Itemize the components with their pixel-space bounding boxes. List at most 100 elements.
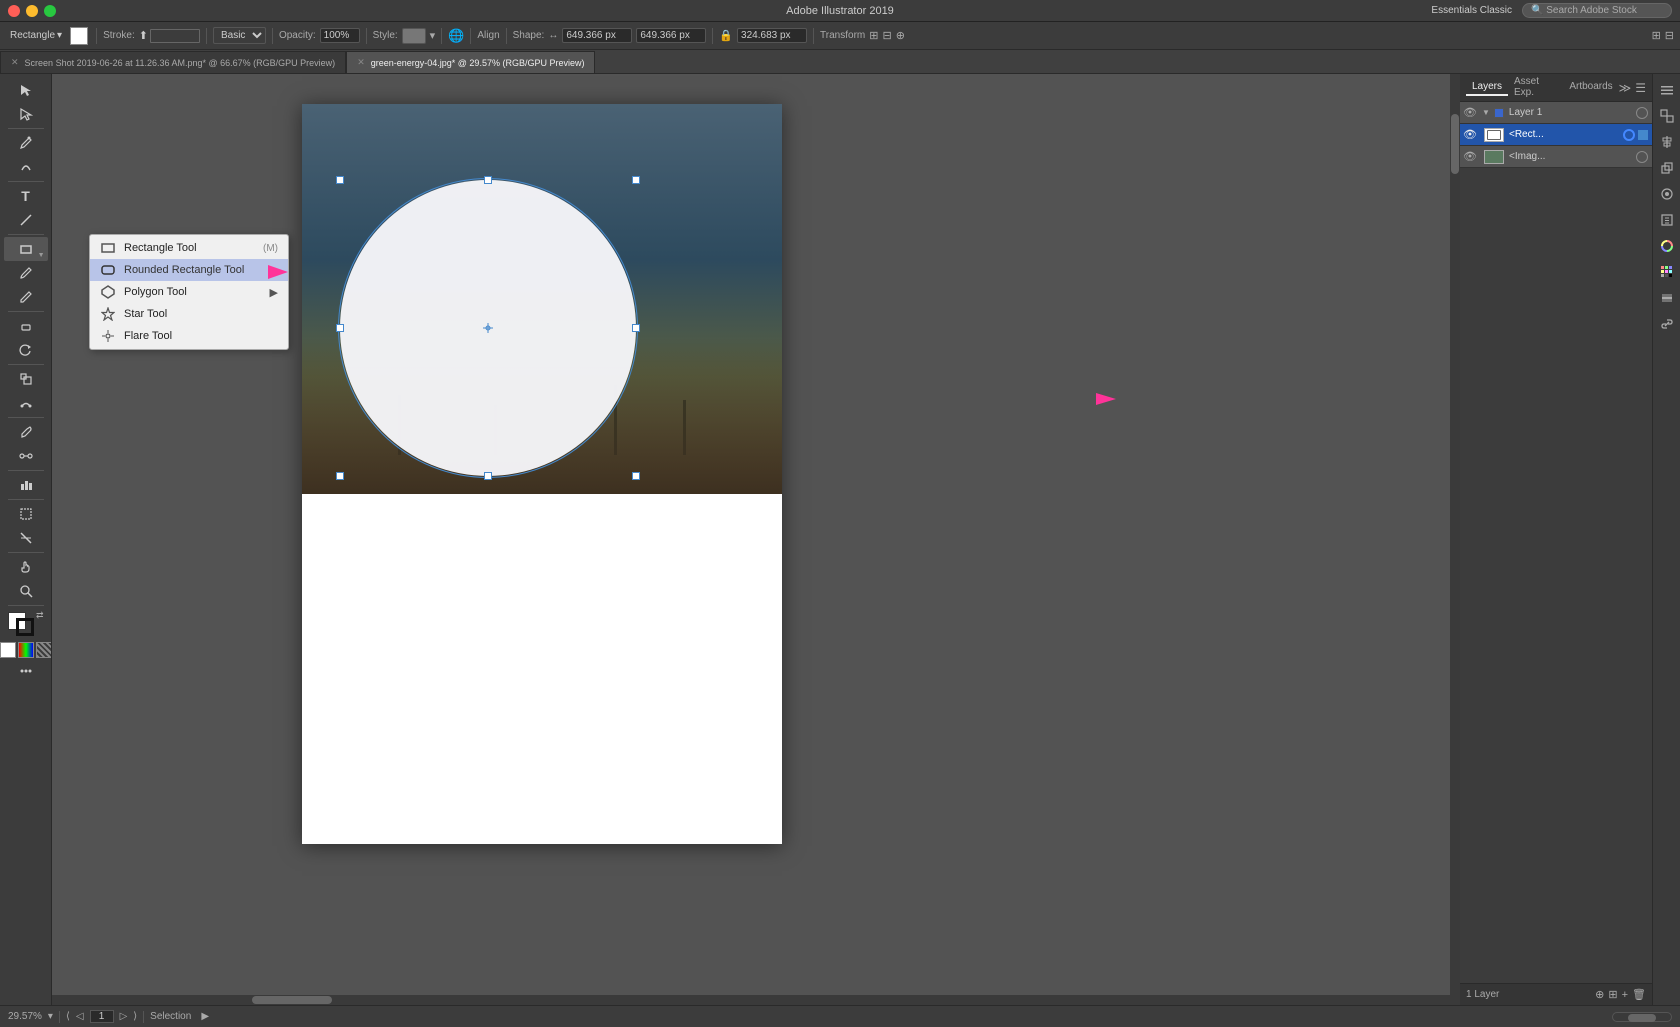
type-tool[interactable]: T	[4, 184, 48, 208]
gradient-btn[interactable]	[18, 642, 34, 658]
next-page-btn2[interactable]: ⟩	[133, 1011, 137, 1022]
column-chart-tool[interactable]	[4, 473, 48, 497]
minimize-button[interactable]	[26, 5, 38, 17]
pathfinder-icon[interactable]	[1655, 156, 1679, 180]
vertical-scrollbar[interactable]	[1450, 74, 1460, 1005]
transform-panel-icon[interactable]	[1655, 104, 1679, 128]
tab-0[interactable]: ✕ Screen Shot 2019-06-26 at 11.26.36 AM.…	[0, 51, 346, 73]
appearance-icon[interactable]	[1655, 182, 1679, 206]
search-stock[interactable]: 🔍 Search Adobe Stock	[1522, 3, 1672, 18]
ctx-star-tool[interactable]: Star Tool	[90, 303, 288, 325]
handle-tr[interactable]	[632, 176, 640, 184]
h-scroll-thumb[interactable]	[252, 996, 332, 1004]
tab-artboards[interactable]: Artboards	[1563, 79, 1618, 96]
transform-icon3[interactable]: ⊕	[896, 29, 905, 42]
ctx-flare-tool[interactable]: Flare Tool	[90, 325, 288, 347]
tab-close-0[interactable]: ✕	[11, 57, 19, 68]
tab-layers[interactable]: Layers	[1466, 79, 1508, 96]
more-tools-btn[interactable]	[19, 664, 33, 681]
stroke-color-box[interactable]	[16, 618, 34, 636]
properties-icon[interactable]	[1655, 78, 1679, 102]
ctx-rounded-rect-tool[interactable]: Rounded Rectangle Tool	[90, 259, 288, 281]
handle-ml[interactable]	[336, 324, 344, 332]
stroke-weight[interactable]	[150, 29, 200, 43]
arrange-icon2[interactable]: ⊟	[1665, 29, 1674, 42]
color-fill-btn[interactable]	[0, 642, 16, 658]
eraser-tool[interactable]	[4, 314, 48, 338]
hand-tool[interactable]	[4, 555, 48, 579]
shape-tool[interactable]: ▼	[4, 237, 48, 261]
paintbrush-tool[interactable]	[4, 261, 48, 285]
circle-container[interactable]	[340, 180, 636, 476]
delete-layer-btn[interactable]: 🗑	[1632, 988, 1646, 1001]
curvature-tool[interactable]	[4, 155, 48, 179]
rotate-tool[interactable]	[4, 338, 48, 362]
none-btn[interactable]	[36, 642, 52, 658]
tab-close-1[interactable]: ✕	[357, 57, 365, 68]
swatches-icon[interactable]	[1655, 260, 1679, 284]
rect-layer-row[interactable]: 👁 <Rect...	[1460, 124, 1652, 146]
align-panel-icon[interactable]	[1655, 130, 1679, 154]
width-input[interactable]	[562, 28, 632, 43]
scale-tool[interactable]	[4, 367, 48, 391]
handle-bm[interactable]	[484, 472, 492, 480]
img-visibility[interactable]: 👁	[1462, 150, 1478, 163]
stroke-panel-icon[interactable]	[1655, 286, 1679, 310]
handle-bl[interactable]	[336, 472, 344, 480]
workspace-selector[interactable]: Essentials Classic	[1431, 5, 1512, 16]
lock-ratio-icon[interactable]: 🔒	[719, 29, 733, 42]
warp-tool[interactable]	[4, 391, 48, 415]
swap-colors[interactable]: ⇄	[36, 610, 44, 621]
prev-page-btn[interactable]: ⟨	[66, 1011, 70, 1022]
new-layer-btn[interactable]: +	[1622, 989, 1628, 1001]
make-layer-btn[interactable]: ⊞	[1608, 988, 1617, 1001]
layer-1-row[interactable]: 👁 ▼ Layer 1	[1460, 102, 1652, 124]
handle-br[interactable]	[632, 472, 640, 480]
page-input[interactable]: 1	[90, 1010, 114, 1023]
slice-tool[interactable]	[4, 526, 48, 550]
eyedropper-tool[interactable]	[4, 420, 48, 444]
tab-asset-export[interactable]: Asset Exp.	[1508, 74, 1563, 102]
v-scroll-thumb[interactable]	[1451, 114, 1459, 174]
close-button[interactable]	[8, 5, 20, 17]
pencil-tool[interactable]	[4, 285, 48, 309]
cc-libraries-icon[interactable]	[1655, 208, 1679, 232]
img-layer-row[interactable]: 👁 <Imag...	[1460, 146, 1652, 168]
rect-visibility[interactable]: 👁	[1462, 128, 1478, 141]
handle-mr[interactable]	[632, 324, 640, 332]
handle-tm[interactable]	[484, 176, 492, 184]
ctx-polygon-tool[interactable]: Polygon Tool ▶	[90, 281, 288, 303]
line-tool[interactable]	[4, 208, 48, 232]
opacity-input[interactable]: 100%	[320, 28, 360, 43]
ctx-rectangle-tool[interactable]: Rectangle Tool (M)	[90, 237, 288, 259]
pen-tool[interactable]	[4, 131, 48, 155]
selection-tool[interactable]	[4, 78, 48, 102]
fill-color[interactable]	[70, 27, 88, 45]
panel-menu-btn[interactable]: ☰	[1635, 81, 1646, 95]
links-icon[interactable]	[1655, 312, 1679, 336]
next-page-btn[interactable]: ▷	[120, 1011, 128, 1022]
transform-icon1[interactable]: ⊞	[869, 29, 878, 42]
layer1-visibility[interactable]: 👁	[1462, 106, 1478, 119]
style-swatch[interactable]	[402, 28, 426, 44]
play-btn[interactable]: ▶	[201, 1011, 209, 1022]
fullscreen-button[interactable]	[44, 5, 56, 17]
coord-input[interactable]	[737, 28, 807, 43]
make-clipping-btn[interactable]: ⊕	[1595, 988, 1604, 1001]
zoom-tool[interactable]	[4, 579, 48, 603]
height-input[interactable]	[636, 28, 706, 43]
layer1-expand[interactable]: ▼	[1482, 108, 1490, 117]
handle-tl[interactable]	[336, 176, 344, 184]
brush-dropdown[interactable]: Basic	[213, 27, 266, 44]
scroll-indicator[interactable]	[1612, 1012, 1672, 1022]
arrange-icon1[interactable]: ⊞	[1652, 29, 1661, 42]
globe-icon[interactable]: 🌐	[448, 28, 464, 44]
tab-1[interactable]: ✕ green-energy-04.jpg* @ 29.57% (RGB/GPU…	[346, 51, 595, 73]
artboard-tool[interactable]	[4, 502, 48, 526]
transform-icon2[interactable]: ⊟	[882, 29, 891, 42]
color-panel-icon[interactable]	[1655, 234, 1679, 258]
zoom-arrow[interactable]: ▾	[48, 1011, 53, 1022]
prev-page-btn2[interactable]: ◁	[76, 1011, 84, 1022]
horizontal-scrollbar[interactable]	[52, 995, 1460, 1005]
panel-more-btn[interactable]: ≫	[1619, 81, 1632, 95]
